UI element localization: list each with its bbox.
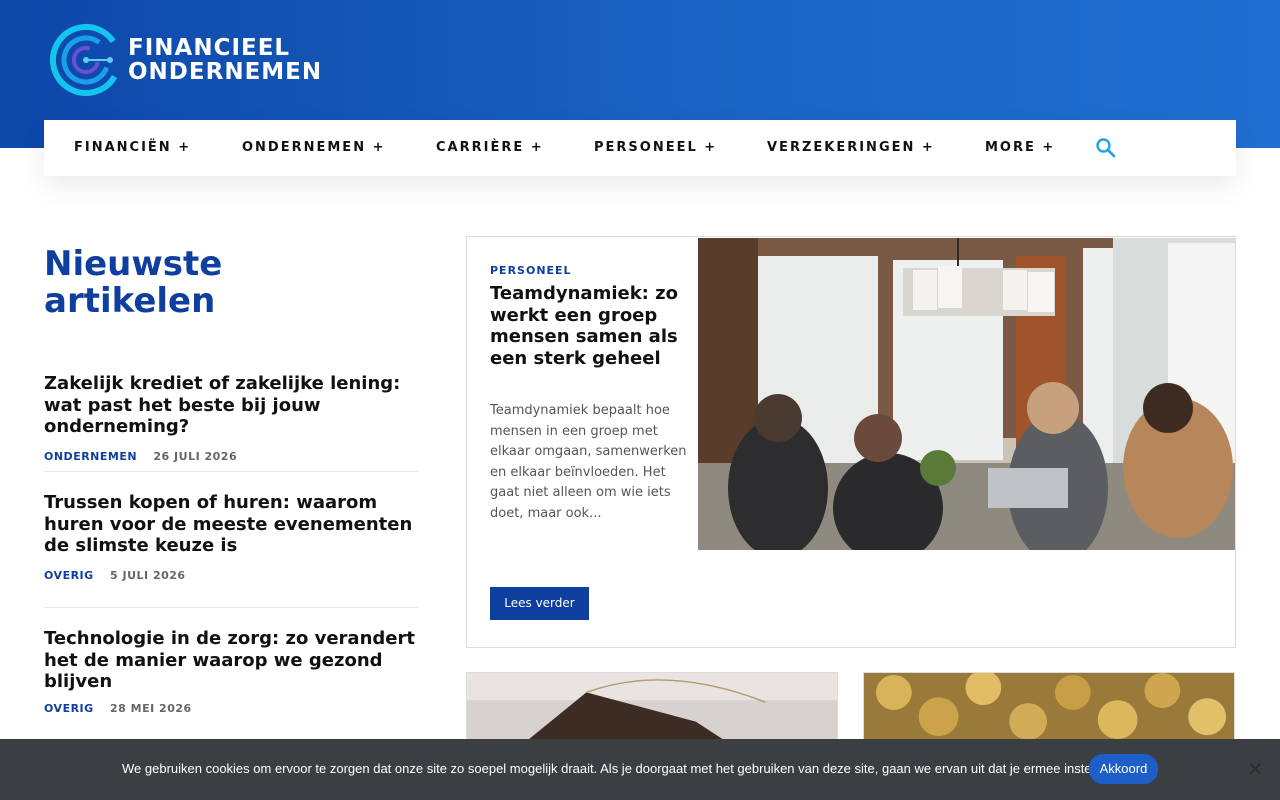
nav-item-carriere[interactable]: CARRIÈRE + — [436, 120, 544, 176]
search-icon[interactable] — [1094, 136, 1118, 160]
article-title[interactable]: Trussen kopen of huren: waarom huren voo… — [44, 492, 418, 557]
section-heading: Nieuwste artikelen — [44, 244, 223, 321]
article-date: 28 MEI 2026 — [110, 701, 192, 715]
featured-category[interactable]: PERSONEEL — [490, 264, 572, 277]
nav-item-financien[interactable]: FINANCIËN + — [74, 120, 191, 176]
list-item: Trussen kopen of huren: waarom huren voo… — [44, 472, 418, 608]
article-card-image[interactable] — [863, 672, 1235, 742]
nav-item-ondernemen[interactable]: ONDERNEMEN + — [242, 120, 386, 176]
main-navigation: FINANCIËN + ONDERNEMEN + CARRIÈRE + PERS… — [44, 120, 1236, 176]
accept-cookies-button[interactable]: Akkoord — [1089, 754, 1158, 784]
nav-item-more[interactable]: MORE + — [985, 120, 1055, 176]
close-icon[interactable]: × — [1247, 758, 1265, 778]
article-title[interactable]: Zakelijk krediet of zakelijke lening: wa… — [44, 373, 418, 438]
read-more-button[interactable]: Lees verder — [490, 587, 589, 620]
featured-excerpt: Teamdynamiek bepaalt hoe mensen in een g… — [490, 403, 687, 521]
list-item: Technologie in de zorg: zo verandert het… — [44, 608, 418, 715]
list-item: Zakelijk krediet of zakelijke lening: wa… — [44, 361, 418, 472]
article-category[interactable]: ONDERNEMEN — [44, 450, 137, 463]
logo-line-1: FINANCIEEL — [128, 35, 291, 61]
featured-title[interactable]: Teamdynamiek: zo werkt een groep mensen … — [490, 283, 690, 369]
featured-image[interactable] — [698, 238, 1235, 550]
article-date: 26 JULI 2026 — [153, 449, 238, 463]
article-card-image[interactable] — [466, 672, 838, 742]
logo-icon — [50, 24, 122, 96]
latest-articles: Nieuwste artikelen Zakelijk krediet of z… — [44, 246, 418, 715]
featured-article: PERSONEEL Teamdynamiek: zo werkt een gro… — [466, 236, 1236, 648]
article-meta: OVERIG 5 JULI 2026 — [44, 569, 418, 582]
article-meta: ONDERNEMEN 26 JULI 2026 — [44, 450, 418, 463]
site-logo[interactable]: FINANCIEEL ONDERNEMEN — [46, 20, 322, 100]
logo-wordmark: FINANCIEEL ONDERNEMEN — [128, 36, 322, 84]
article-date: 5 JULI 2026 — [110, 568, 186, 582]
article-category[interactable]: OVERIG — [44, 702, 94, 715]
logo-line-2: ONDERNEMEN — [128, 59, 323, 85]
nav-item-personeel[interactable]: PERSONEEL + — [594, 120, 717, 176]
nav-item-verzekeringen[interactable]: VERZEKERINGEN + — [767, 120, 935, 176]
article-category[interactable]: OVERIG — [44, 569, 94, 582]
cookie-banner: We gebruiken cookies om ervoor te zorgen… — [0, 739, 1280, 800]
article-meta: OVERIG 28 MEI 2026 — [44, 702, 418, 715]
article-title[interactable]: Technologie in de zorg: zo verandert het… — [44, 628, 418, 693]
cookie-text: We gebruiken cookies om ervoor te zorgen… — [122, 761, 1110, 776]
